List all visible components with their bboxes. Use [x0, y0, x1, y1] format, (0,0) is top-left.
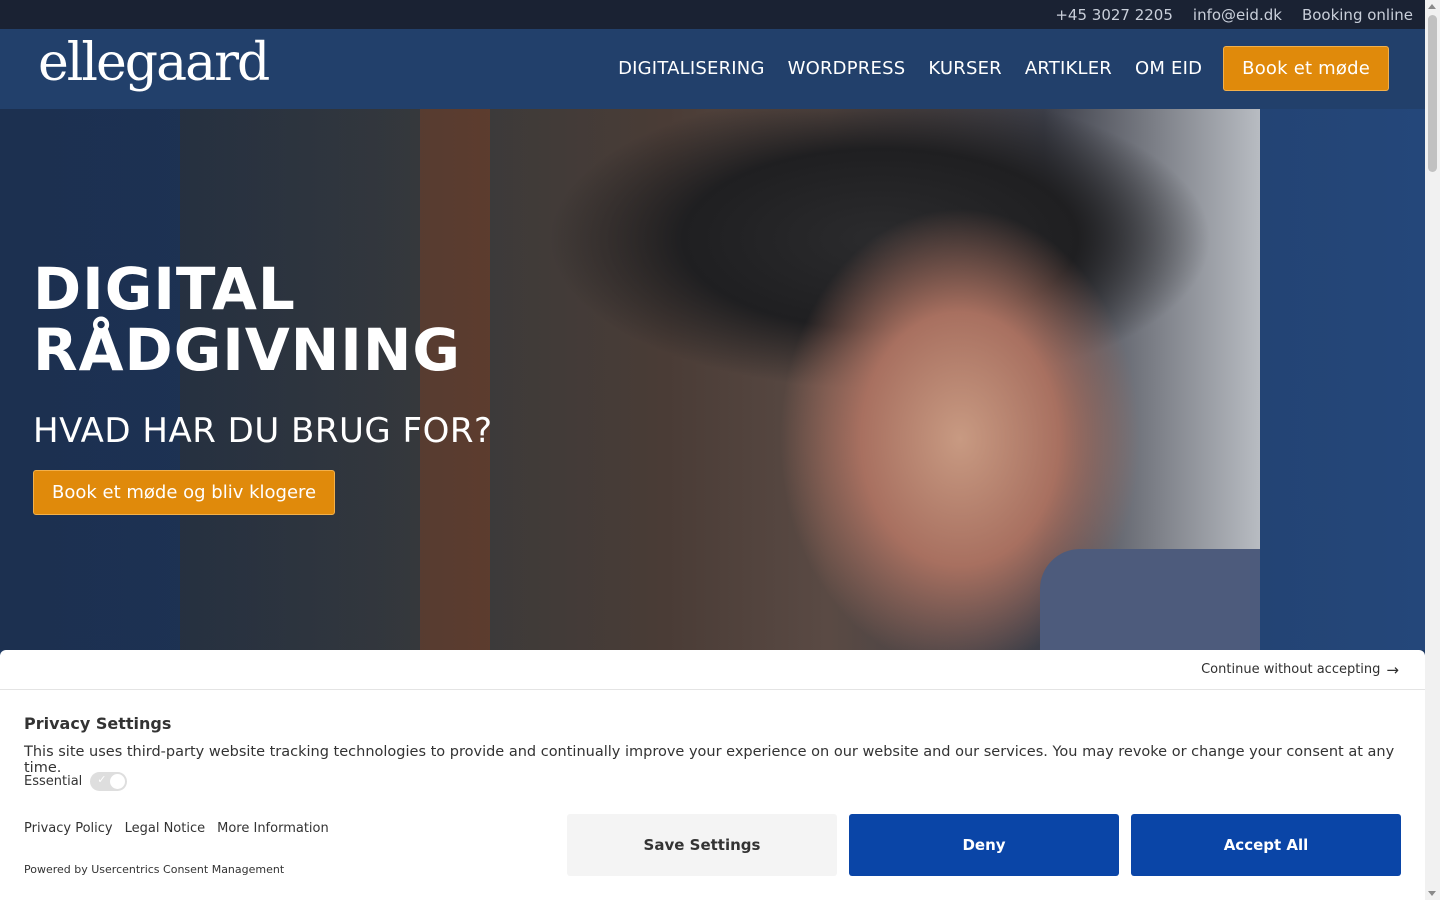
nav-artikler[interactable]: ARTIKLER: [1025, 58, 1112, 79]
scroll-up-icon[interactable]: [1428, 4, 1436, 9]
nav-om-eid[interactable]: OM EID: [1135, 58, 1202, 79]
hero-section: DIGITAL RÅDGIVNING HVAD HAR DU BRUG FOR?…: [0, 109, 1425, 650]
hero-title: DIGITAL RÅDGIVNING: [33, 259, 461, 381]
nav-kurser[interactable]: KURSER: [928, 58, 1002, 79]
accept-all-button[interactable]: Accept All: [1131, 814, 1401, 876]
top-contact-bar: +45 3027 2205 info@eid.dk Booking online: [0, 0, 1425, 29]
check-icon: ✓: [97, 773, 107, 786]
hero-title-line2: RÅDGIVNING: [33, 316, 462, 384]
arrow-right-icon: →: [1386, 660, 1399, 679]
page-scrollbar[interactable]: [1425, 0, 1440, 900]
email-link[interactable]: info@eid.dk: [1193, 6, 1282, 24]
consent-description: This site uses third-party website track…: [24, 744, 1395, 776]
phone-link[interactable]: +45 3027 2205: [1055, 6, 1173, 24]
deny-button[interactable]: Deny: [849, 814, 1119, 876]
main-nav: DIGITALISERING WORDPRESS KURSER ARTIKLER…: [595, 46, 1389, 91]
more-information-link[interactable]: More Information: [217, 821, 329, 836]
consent-title: Privacy Settings: [24, 714, 172, 733]
booking-link[interactable]: Booking online: [1302, 6, 1413, 24]
save-settings-button[interactable]: Save Settings: [567, 814, 837, 876]
continue-label: Continue without accepting: [1201, 662, 1381, 677]
consent-links: Privacy Policy Legal Notice More Informa…: [24, 821, 329, 836]
hero-title-line1: DIGITAL: [33, 255, 296, 323]
essential-toggle-row: Essential ✓: [24, 772, 128, 791]
privacy-policy-link[interactable]: Privacy Policy: [24, 821, 113, 836]
nav-digitalisering[interactable]: DIGITALISERING: [618, 58, 765, 79]
continue-without-accepting-link[interactable]: Continue without accepting →: [1201, 661, 1399, 679]
toggle-knob: [110, 774, 126, 789]
hero-subtitle: HVAD HAR DU BRUG FOR?: [33, 411, 493, 451]
consent-topbar: Continue without accepting →: [0, 650, 1425, 690]
hero-book-button[interactable]: Book et møde og bliv klogere: [33, 470, 336, 515]
legal-notice-link[interactable]: Legal Notice: [125, 821, 206, 836]
site-header: ellegaard DIGITALISERING WORDPRESS KURSE…: [0, 29, 1425, 109]
consent-banner: Continue without accepting → Privacy Set…: [0, 650, 1425, 900]
scroll-thumb[interactable]: [1428, 15, 1437, 172]
nav-wordpress[interactable]: WORDPRESS: [788, 58, 906, 79]
powered-by-text: Powered by Usercentrics Consent Manageme…: [24, 863, 285, 876]
essential-toggle[interactable]: ✓: [90, 772, 128, 791]
book-meeting-button[interactable]: Book et møde: [1223, 46, 1389, 91]
scroll-down-icon[interactable]: [1428, 891, 1436, 896]
site-logo[interactable]: ellegaard: [38, 33, 270, 93]
essential-label: Essential: [24, 774, 83, 789]
